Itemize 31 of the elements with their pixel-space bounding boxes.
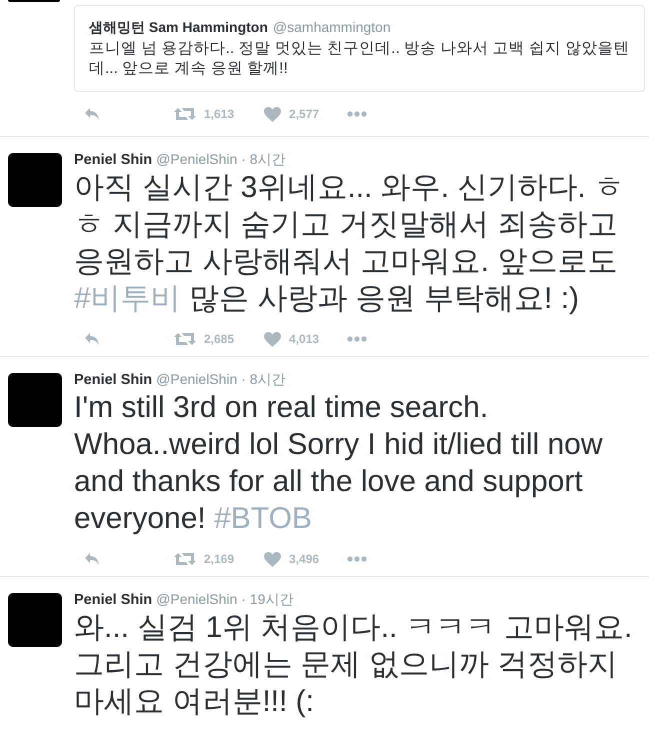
like-count: 4,013 xyxy=(289,332,320,346)
more-icon[interactable] xyxy=(347,111,368,117)
heart-icon[interactable] xyxy=(264,106,282,122)
author-handle: @samhammington xyxy=(272,19,391,35)
author-name[interactable]: Peniel Shin xyxy=(74,372,152,388)
author-handle: @PenielShin · 19시간 xyxy=(156,591,294,609)
author-name[interactable]: Peniel Shin xyxy=(74,152,152,168)
retweet-count: 1,613 xyxy=(204,107,234,121)
retweet-count: 2,169 xyxy=(204,552,234,566)
like-count: 2,577 xyxy=(289,107,320,121)
tweet-text: 와... 실검 1위 처음이다.. ㅋㅋㅋ 고마워요. 그리고 건강에는 문제 없으니까 걱정하지마세요 여러분!!! (: xyxy=(74,610,634,720)
reply-icon[interactable] xyxy=(84,332,100,346)
tweet-text: 프니엘 넘 용감하다.. 정말 멋있는 친구인데.. 방송 나와서 고백 쉽지 않았을텐데... 앞으로 계속 응원 할께!! xyxy=(89,39,630,79)
heart-icon[interactable] xyxy=(264,332,282,346)
more-icon[interactable] xyxy=(347,336,368,342)
author-handle: @PenielShin · 8시간 xyxy=(156,151,286,169)
author-name: 샘해밍턴 Sam Hammington xyxy=(89,19,268,37)
heart-icon[interactable] xyxy=(264,552,282,566)
retweet-count: 2,685 xyxy=(204,332,234,346)
reply-icon[interactable] xyxy=(84,552,100,566)
author-name[interactable]: Peniel Shin xyxy=(74,592,152,608)
tweet-text: 아직 실시간 3위네요... 와우. 신기하다. ㅎㅎ 지금까지 숨기고 거짓말해서 죄송하고 응원하고 사랑해줘서 고마워요. 앞으로도 #비투비 많은 사랑과 응원 부탁해요! :) xyxy=(74,170,626,317)
quoted-tweet-card[interactable]: 샘해밍턴 Sam Hammington @samhammington 프니엘 넘 용감하다.. 정말 멋있는 친구인데.. 방송 나와서 고백 쉽지 않았을텐데... 앞으로 계속 응원 할께!! xyxy=(74,5,645,92)
retweet-icon[interactable] xyxy=(174,552,196,566)
reply-icon[interactable] xyxy=(84,107,100,121)
more-icon[interactable] xyxy=(347,556,368,562)
tweet-text: I'm still 3rd on real time search. Whoa..weird lol Sorry I hid it/lied till now and thanks for all the love and support everyone! #BTOB xyxy=(74,390,604,537)
author-handle: @PenielShin · 8시간 xyxy=(156,371,286,389)
retweet-icon[interactable] xyxy=(174,332,196,346)
retweet-icon[interactable] xyxy=(174,107,196,121)
like-count: 3,496 xyxy=(289,552,320,566)
